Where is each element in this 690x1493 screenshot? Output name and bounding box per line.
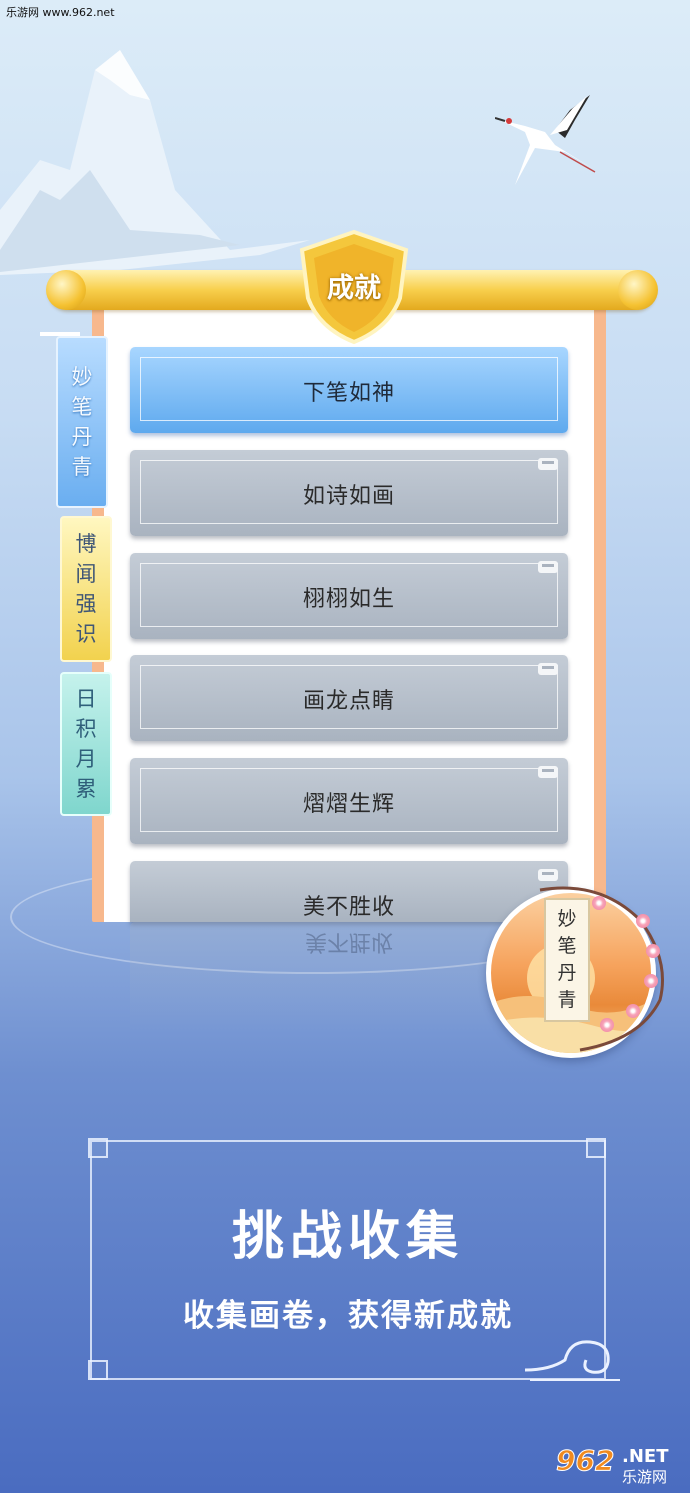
- banner-subtitle: 收集画卷，获得新成就: [183, 1298, 513, 1334]
- achievement-item[interactable]: 画龙点睛: [130, 655, 568, 741]
- blossom-icon: [600, 1018, 614, 1032]
- tab-char: 闻: [75, 562, 97, 586]
- tab-bowen-qiangshi[interactable]: 博 闻 强 识: [60, 516, 112, 662]
- frame-corner: [88, 1360, 108, 1380]
- tab-riji-yuelei[interactable]: 日 积 月 累: [60, 672, 112, 816]
- scroll-rod-end-right: [618, 270, 658, 310]
- achievement-item[interactable]: 美不胜收: [130, 861, 568, 922]
- lock-icon: [538, 766, 558, 778]
- achievement-label: 如诗如画: [302, 484, 395, 509]
- lock-icon: [538, 663, 558, 675]
- lock-icon: [538, 458, 558, 470]
- blossom-icon: [646, 944, 660, 958]
- tab-char: 丹: [71, 425, 93, 449]
- tab-char: 月: [75, 747, 97, 771]
- tab-char: 日: [75, 687, 97, 711]
- banner-title: 挑战收集: [231, 1206, 464, 1267]
- logo-number: 962: [555, 1444, 615, 1478]
- tab-char: 积: [75, 717, 97, 741]
- achievement-label: 熠熠生辉: [302, 792, 395, 817]
- achievement-label: 画龙点睛: [302, 689, 395, 714]
- frame-corner: [586, 1138, 606, 1158]
- site-logo: 962 .NET 乐游网: [555, 1444, 684, 1487]
- lock-icon: [538, 561, 558, 573]
- achievement-item[interactable]: 熠熠生辉: [130, 758, 568, 844]
- tab-char: 强: [75, 592, 97, 616]
- scroll-rod-end-left: [46, 270, 86, 310]
- achievement-item[interactable]: 下笔如神: [130, 347, 568, 433]
- mountain-illustration: [0, 50, 310, 275]
- blossom-icon: [592, 896, 606, 910]
- watermark-text: 乐游网 www.962.net: [6, 6, 115, 19]
- achievement-item[interactable]: 如诗如画: [130, 450, 568, 536]
- blossom-icon: [644, 974, 658, 988]
- page-title: 成就: [327, 273, 381, 304]
- achievement-label: 美不胜收: [302, 895, 395, 920]
- logo-cn: 乐游网: [622, 1468, 668, 1486]
- cloud-icon: [524, 1340, 620, 1381]
- tab-char: 青: [71, 455, 93, 479]
- logo-net: .NET: [622, 1446, 669, 1467]
- plum-branch-icon: [539, 886, 664, 1052]
- tab-char: 识: [75, 622, 97, 646]
- achievement-item[interactable]: 栩栩如生: [130, 553, 568, 639]
- crane-illustration: [495, 95, 596, 185]
- blossom-icon: [626, 1004, 640, 1018]
- tab-char: 博: [75, 532, 97, 556]
- achievement-label: 栩栩如生: [302, 587, 395, 612]
- tab-char: 笔: [71, 395, 93, 419]
- frame-corner: [88, 1138, 108, 1158]
- blossom-icon: [636, 914, 650, 928]
- achievement-label: 下笔如神: [302, 381, 395, 406]
- tab-char: 妙: [71, 365, 93, 389]
- tab-miaobi-danqing[interactable]: 妙 笔 丹 青: [56, 336, 108, 508]
- tab-char: 累: [75, 777, 97, 801]
